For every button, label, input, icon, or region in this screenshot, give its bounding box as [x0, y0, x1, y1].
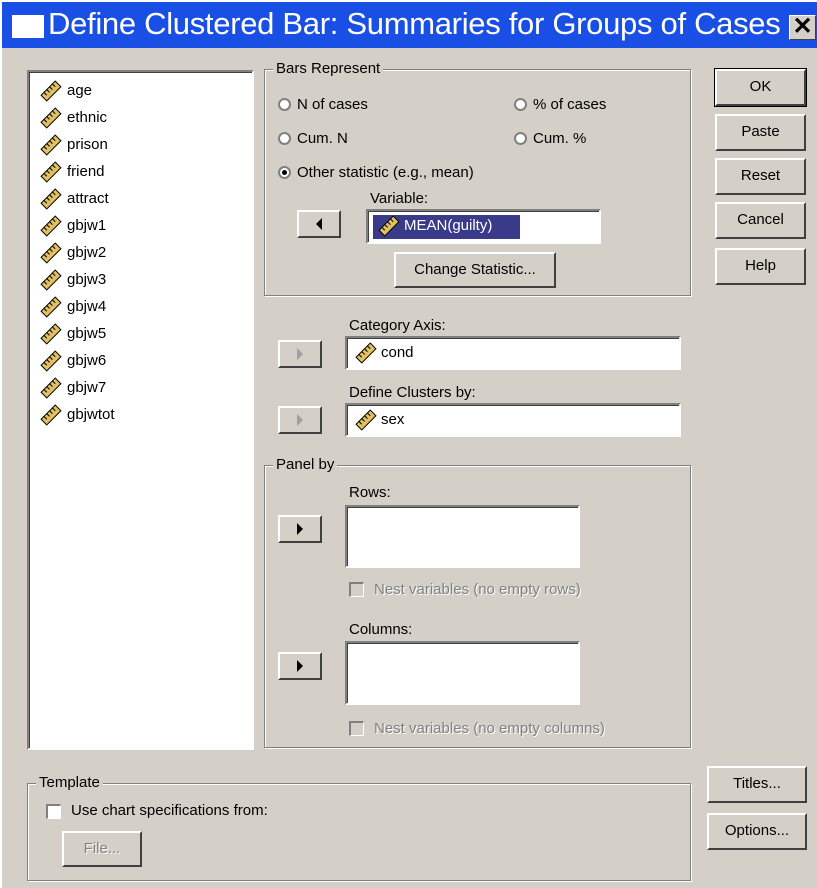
options-button[interactable]: Options...	[707, 813, 807, 850]
title-bar[interactable]: Define Clustered Bar: Summaries for Grou…	[2, 2, 817, 48]
category-axis-move-button[interactable]	[278, 340, 322, 368]
radio-pct-of-cases[interactable]	[514, 98, 527, 111]
ok-button[interactable]: OK	[714, 68, 807, 107]
radio-cum-n[interactable]	[278, 132, 291, 145]
window-title: Define Clustered Bar: Summaries for Grou…	[48, 6, 781, 41]
ruler-scale-icon	[40, 350, 62, 372]
define-clusters-field[interactable]: sex	[345, 403, 681, 437]
variable-move-button[interactable]	[297, 210, 341, 238]
ok-label: OK	[749, 78, 772, 95]
arrow-right-icon	[297, 660, 303, 672]
define-clusters-value: sex	[381, 411, 405, 428]
titles-button[interactable]: Titles...	[707, 766, 807, 803]
radio-other-statistic[interactable]	[278, 166, 291, 179]
file-button[interactable]: File...	[62, 831, 142, 867]
columns-label: Columns:	[349, 621, 413, 638]
reset-label: Reset	[740, 167, 781, 184]
rows-label: Rows:	[349, 484, 391, 501]
variable-list-item-label: gbjw3	[67, 271, 107, 288]
arrow-right-icon	[297, 414, 303, 426]
nest-rows-label: Nest variables (no empty rows)	[374, 581, 581, 598]
variable-list-item-label: gbjw1	[67, 217, 107, 234]
help-label: Help	[745, 257, 776, 274]
variable-value: MEAN(guilty)	[404, 217, 493, 234]
variable-list-item-label: prison	[67, 136, 108, 153]
nest-rows-checkbox[interactable]	[349, 582, 364, 597]
arrow-left-icon	[316, 218, 322, 230]
variable-list-item-label: friend	[67, 163, 105, 180]
variable-list-item-label: gbjw6	[67, 352, 107, 369]
ruler-scale-icon	[355, 342, 377, 364]
change-statistic-label: Change Statistic...	[414, 261, 536, 278]
ruler-scale-icon	[378, 215, 400, 237]
options-label: Options...	[724, 822, 790, 839]
rows-field[interactable]	[345, 505, 580, 568]
use-chart-spec-label[interactable]: Use chart specifications from:	[71, 802, 268, 820]
radio-n-of-cases[interactable]	[278, 98, 291, 111]
ruler-scale-icon	[40, 269, 62, 291]
variable-list-item-label: attract	[67, 190, 109, 207]
ruler-scale-icon	[40, 404, 62, 426]
source-variable-list[interactable]: age ethnic prison friend attract gbjw1 gbjw2 gb…	[27, 70, 254, 750]
variable-list-item-label: ethnic	[67, 109, 108, 126]
arrow-right-icon	[297, 523, 303, 535]
template-title: Template	[36, 774, 103, 792]
variable-list-item-label: gbjw7	[67, 379, 107, 396]
use-chart-spec-checkbox[interactable]	[46, 804, 61, 819]
define-clusters-move-button[interactable]	[278, 406, 322, 434]
category-axis-field[interactable]: cond	[345, 336, 681, 370]
radio-cum-pct[interactable]	[514, 132, 527, 145]
variable-list-item-label: gbjw2	[67, 244, 107, 261]
ruler-scale-icon	[40, 377, 62, 399]
variable-label: Variable:	[370, 190, 429, 207]
radio-other-statistic-label[interactable]: Other statistic (e.g., mean)	[297, 164, 474, 182]
cancel-button[interactable]: Cancel	[715, 202, 806, 239]
rows-move-button[interactable]	[278, 515, 322, 543]
ruler-scale-icon	[40, 323, 62, 345]
ruler-scale-icon	[40, 296, 62, 318]
variable-list-item-label: gbjw4	[67, 298, 107, 315]
category-axis-label: Category Axis:	[349, 317, 446, 334]
titles-label: Titles...	[733, 775, 781, 792]
help-button[interactable]: Help	[715, 248, 806, 285]
cancel-label: Cancel	[737, 211, 784, 228]
nest-columns-label: Nest variables (no empty columns)	[374, 720, 605, 737]
ruler-scale-icon	[40, 215, 62, 237]
paste-button[interactable]: Paste	[715, 114, 806, 151]
change-statistic-button[interactable]: Change Statistic...	[394, 252, 556, 288]
variable-list-item-label: gbjwtot	[67, 406, 115, 423]
ruler-scale-icon	[40, 161, 62, 183]
variable-list-item-label: age	[67, 82, 93, 99]
variable-field[interactable]: MEAN(guilty)	[366, 209, 601, 244]
radio-n-of-cases-label[interactable]: N of cases	[297, 96, 368, 114]
nest-columns-checkbox[interactable]	[349, 721, 364, 736]
window-icon	[12, 15, 44, 38]
ruler-scale-icon	[40, 188, 62, 210]
ruler-scale-icon	[40, 107, 62, 129]
dialog-window: Define Clustered Bar: Summaries for Grou…	[0, 0, 817, 888]
radio-pct-of-cases-label[interactable]: % of cases	[533, 96, 606, 114]
columns-field[interactable]	[345, 641, 580, 705]
bars-represent-title: Bars Represent	[273, 60, 384, 78]
radio-cum-n-label[interactable]: Cum. N	[297, 130, 348, 148]
category-axis-value: cond	[381, 344, 414, 361]
ruler-scale-icon	[40, 80, 62, 102]
variable-list-item-label: gbjw5	[67, 325, 107, 342]
arrow-right-icon	[297, 348, 303, 360]
define-clusters-label: Define Clusters by:	[349, 384, 476, 401]
ruler-scale-icon	[40, 242, 62, 264]
paste-label: Paste	[741, 123, 780, 140]
reset-button[interactable]: Reset	[715, 158, 806, 195]
ruler-scale-icon	[355, 409, 377, 431]
file-button-label: File...	[83, 840, 121, 857]
panel-by-title: Panel by	[273, 456, 338, 474]
radio-cum-pct-label[interactable]: Cum. %	[533, 130, 586, 148]
ruler-scale-icon	[40, 134, 62, 156]
close-button[interactable]: ✕	[789, 15, 816, 40]
columns-move-button[interactable]	[278, 652, 322, 680]
